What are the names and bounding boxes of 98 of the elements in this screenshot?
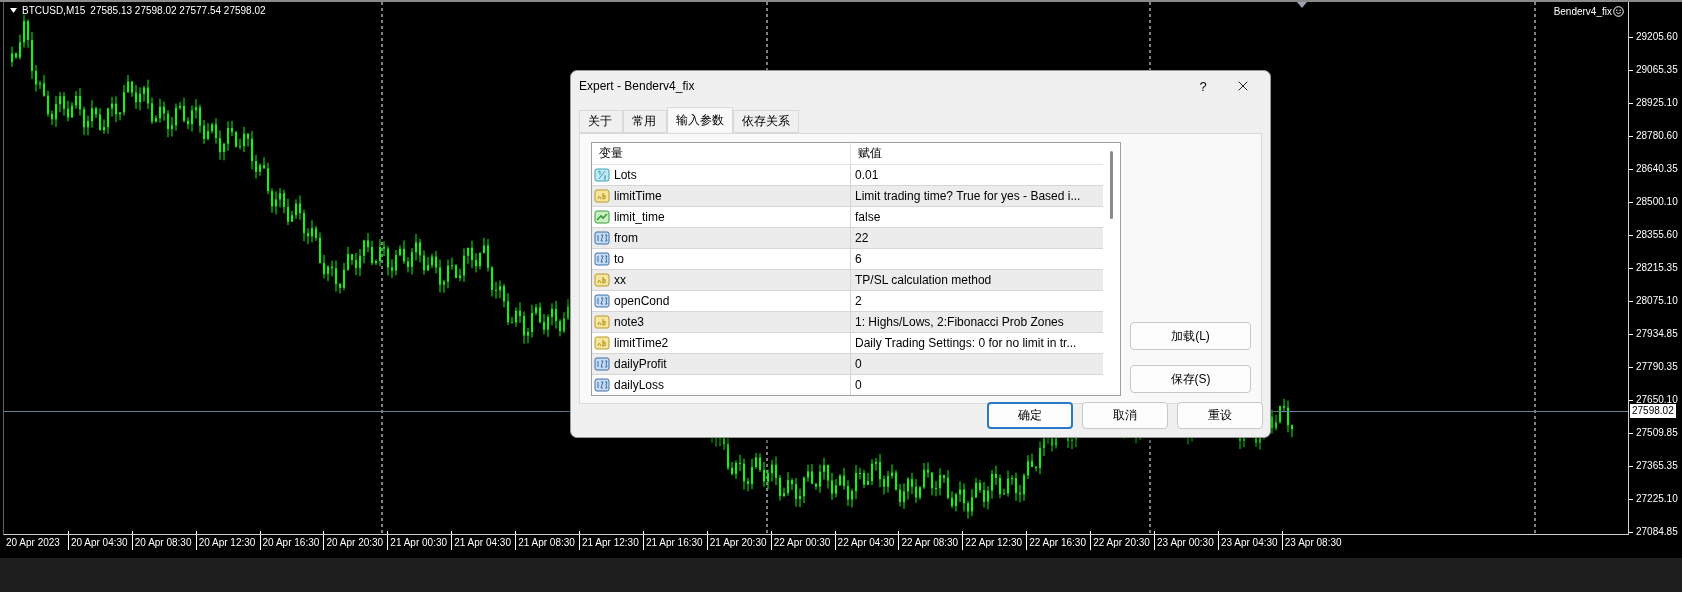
dialog-title: Expert - Benderv4_fix bbox=[579, 79, 696, 93]
price-label: 27790.35 bbox=[1629, 361, 1682, 394]
time-label: 21 Apr 20:30 bbox=[706, 531, 771, 550]
time-label: 20 Apr 20:30 bbox=[323, 531, 388, 550]
table-row[interactable]: from 22 bbox=[592, 228, 1103, 249]
time-label: 22 Apr 12:30 bbox=[962, 531, 1027, 550]
table-row[interactable]: limitTime2 Daily Trading Settings: 0 for no limit in tr... bbox=[592, 333, 1103, 354]
time-label: 20 Apr 04:30 bbox=[67, 531, 132, 550]
time-label: 21 Apr 12:30 bbox=[579, 531, 643, 550]
price-label: 28355.60 bbox=[1629, 229, 1682, 262]
time-label: 22 Apr 04:30 bbox=[834, 531, 899, 550]
time-label: 20 Apr 12:30 bbox=[195, 531, 260, 550]
price-label: 27934.85 bbox=[1629, 328, 1682, 361]
variable-value: Daily Trading Settings: 0 for no limit in tr... bbox=[855, 336, 1077, 350]
dropdown-triangle-icon[interactable] bbox=[10, 8, 17, 13]
time-label: 22 Apr 08:30 bbox=[898, 531, 963, 550]
table-row[interactable]: openCond 2 bbox=[592, 291, 1103, 312]
variable-value: 6 bbox=[855, 252, 862, 266]
text-icon bbox=[594, 188, 610, 204]
table-row[interactable]: xx TP/SL calculation method bbox=[592, 270, 1103, 291]
price-label: 27225.10 bbox=[1629, 493, 1682, 526]
time-label: 20 Apr 08:30 bbox=[131, 531, 196, 550]
tab[interactable]: 常用 bbox=[623, 110, 667, 133]
help-button[interactable]: ? bbox=[1188, 78, 1218, 94]
price-label: 29205.60 bbox=[1629, 31, 1682, 64]
current-price-label: 27598.02 bbox=[1630, 404, 1676, 418]
time-label: 23 Apr 04:30 bbox=[1217, 531, 1282, 550]
text-icon bbox=[594, 335, 610, 351]
price-label: 27084.85 bbox=[1629, 526, 1682, 559]
variable-value: 22 bbox=[855, 231, 869, 245]
price-label: 28780.60 bbox=[1629, 130, 1682, 163]
tab[interactable]: 关于 bbox=[579, 110, 623, 133]
number-icon bbox=[594, 251, 610, 267]
variable-value: false bbox=[855, 210, 881, 224]
tab[interactable]: 依存关系 bbox=[733, 110, 799, 133]
table-row[interactable]: dailyProfit 0 bbox=[592, 354, 1103, 375]
price-label: 28925.10 bbox=[1629, 97, 1682, 130]
variable-name: note3 bbox=[614, 315, 645, 329]
variable-name: dailyProfit bbox=[614, 357, 667, 371]
variable-name: Lots bbox=[614, 168, 637, 182]
ohlc-values: 27585.13 27598.02 27577.54 27598.02 bbox=[90, 5, 266, 16]
column-header[interactable]: 赋值 bbox=[858, 145, 882, 162]
dialog-button[interactable]: 确定 bbox=[987, 402, 1073, 429]
price-label: 27509.85 bbox=[1629, 427, 1682, 460]
variable-value: Limit trading time? True for yes - Based i... bbox=[855, 189, 1081, 203]
variable-name: to bbox=[614, 252, 624, 266]
time-label: 21 Apr 08:30 bbox=[515, 531, 579, 550]
variable-value: 0.01 bbox=[855, 168, 879, 182]
time-label: 22 Apr 20:30 bbox=[1090, 531, 1155, 550]
variable-value: 2 bbox=[855, 294, 862, 308]
table-row[interactable]: Lots 0.01 bbox=[592, 165, 1103, 186]
number-icon bbox=[594, 356, 610, 372]
table-row[interactable]: limit_time false bbox=[592, 207, 1103, 228]
number-icon bbox=[594, 230, 610, 246]
variable-name: limitTime2 bbox=[614, 336, 669, 350]
dialog-button[interactable]: 重设 bbox=[1177, 402, 1263, 429]
variable-value: TP/SL calculation method bbox=[855, 273, 992, 287]
side-button[interactable]: 加载(L) bbox=[1130, 322, 1251, 350]
table-row[interactable]: note3 1: Highs/Lows, 2:Fibonacci Prob Zones bbox=[592, 312, 1103, 333]
variable-name: xx bbox=[614, 273, 626, 287]
variable-name: from bbox=[614, 231, 638, 245]
column-header[interactable]: 变量 bbox=[599, 145, 623, 162]
time-label: 23 Apr 00:30 bbox=[1154, 531, 1218, 550]
time-label: 22 Apr 00:30 bbox=[770, 531, 835, 550]
number-icon bbox=[594, 377, 610, 393]
variable-value: 0 bbox=[855, 378, 862, 392]
time-label: 21 Apr 00:30 bbox=[387, 531, 452, 550]
chart-symbol: BTCUSD,M15 bbox=[22, 5, 86, 16]
text-icon bbox=[594, 272, 610, 288]
fraction-icon bbox=[594, 167, 610, 183]
price-label: 29065.35 bbox=[1629, 64, 1682, 97]
variable-name: limit_time bbox=[614, 210, 665, 224]
price-label: 28215.35 bbox=[1629, 262, 1682, 295]
time-label: 21 Apr 04:30 bbox=[451, 531, 516, 550]
number-icon bbox=[594, 293, 610, 309]
tab[interactable]: 输入参数 bbox=[667, 107, 733, 133]
time-label: 21 Apr 16:30 bbox=[642, 531, 707, 550]
price-label: 28500.10 bbox=[1629, 196, 1682, 229]
expert-name: Benderv4_fix bbox=[1553, 6, 1612, 17]
text-icon bbox=[594, 314, 610, 330]
smiley-icon bbox=[1613, 6, 1624, 17]
variable-name: limitTime bbox=[614, 189, 662, 203]
time-label: 22 Apr 16:30 bbox=[1026, 531, 1091, 550]
shift-marker-icon[interactable] bbox=[1297, 2, 1307, 8]
time-label: 20 Apr 2023 bbox=[5, 536, 61, 550]
price-label: 27365.35 bbox=[1629, 460, 1682, 493]
variable-value: 0 bbox=[855, 357, 862, 371]
time-label: 23 Apr 08:30 bbox=[1281, 531, 1346, 550]
time-label: 20 Apr 16:30 bbox=[259, 531, 324, 550]
price-label: 28640.35 bbox=[1629, 163, 1682, 196]
side-button[interactable]: 保存(S) bbox=[1130, 365, 1251, 393]
variable-value: 1: Highs/Lows, 2:Fibonacci Prob Zones bbox=[855, 315, 1064, 329]
price-label: 28075.10 bbox=[1629, 295, 1682, 328]
table-row[interactable]: limitTime Limit trading time? True for yes - Based i... bbox=[592, 186, 1103, 207]
variable-name: dailyLoss bbox=[614, 378, 665, 392]
variable-name: openCond bbox=[614, 294, 670, 308]
dialog-button[interactable]: 取消 bbox=[1082, 402, 1168, 429]
table-row[interactable]: to 6 bbox=[592, 249, 1103, 270]
